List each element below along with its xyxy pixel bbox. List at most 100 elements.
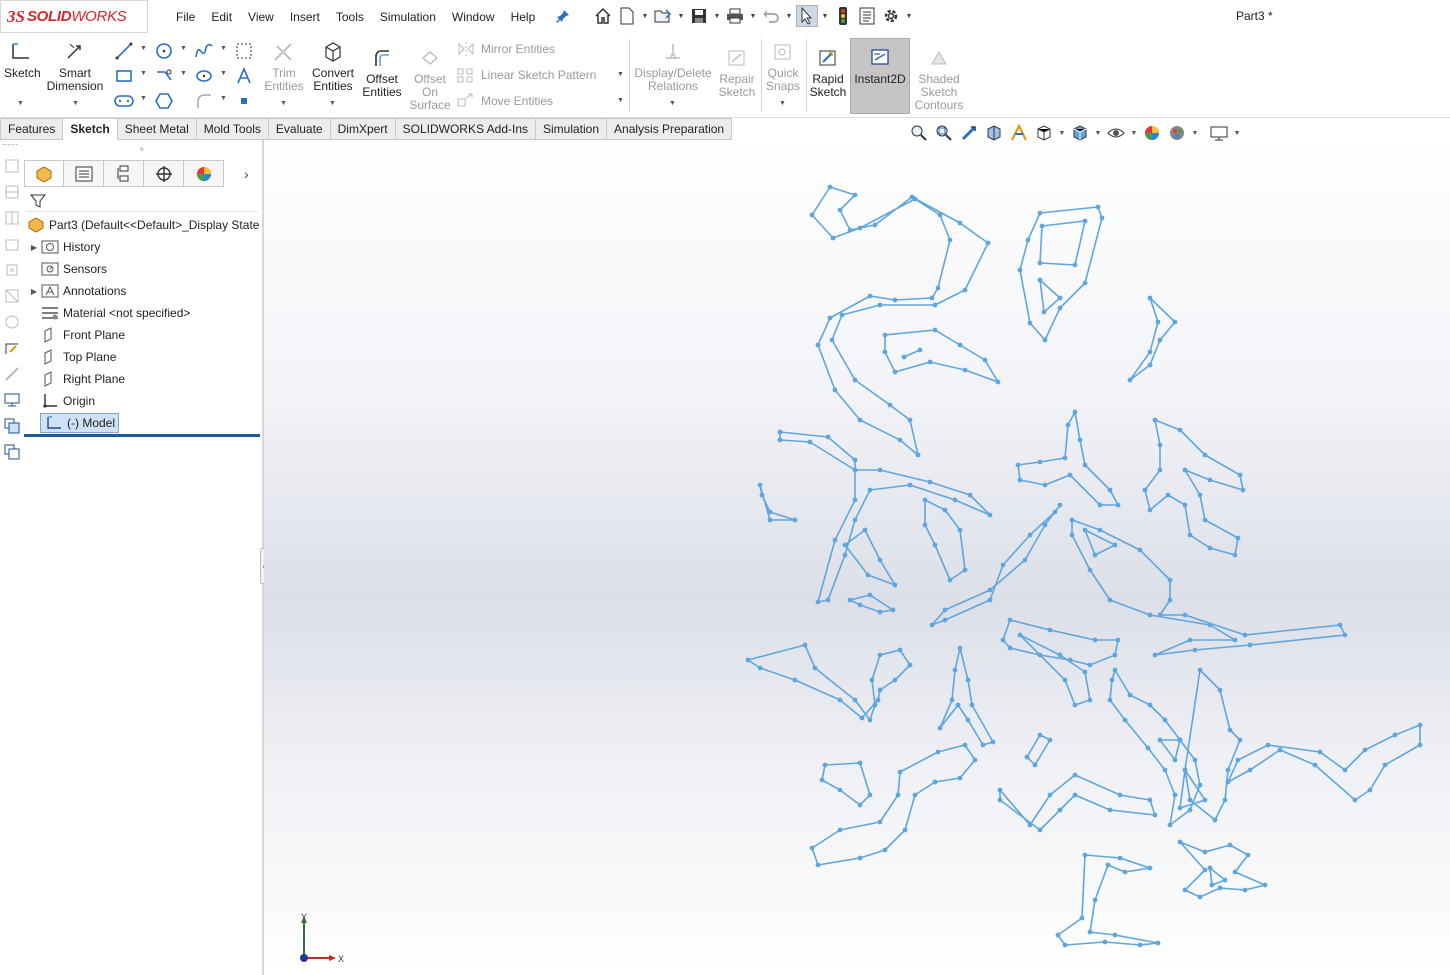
slot-dropdown-icon[interactable]: ▼ (140, 95, 147, 102)
apply-scene-icon[interactable] (1166, 123, 1188, 143)
options-dropdown-icon[interactable]: ▼ (904, 5, 914, 27)
tab-simulation[interactable]: Simulation (536, 118, 608, 140)
strip-tool-icon[interactable] (0, 206, 24, 230)
sketch-point[interactable] (1242, 887, 1248, 893)
sketch-point[interactable] (1417, 722, 1423, 728)
sketch-point[interactable] (1177, 737, 1183, 743)
sketch-point[interactable] (915, 452, 921, 458)
sketch-point[interactable] (1000, 562, 1006, 568)
sketch-contour[interactable] (1159, 739, 1181, 761)
sketch-point[interactable] (1042, 522, 1048, 528)
sketch-contour[interactable] (747, 644, 911, 721)
sketch-point[interactable] (815, 342, 821, 348)
sketch-point[interactable] (1027, 320, 1033, 326)
trim-entities-button[interactable]: Trim Entities (262, 41, 306, 93)
sketch-dropdown-icon[interactable]: ▼ (17, 100, 24, 107)
line-icon[interactable] (113, 41, 135, 61)
menu-window[interactable]: Window (444, 10, 503, 24)
sketch-point[interactable] (952, 497, 958, 503)
undo-dropdown-icon[interactable]: ▼ (784, 5, 794, 27)
sketch-point[interactable] (1037, 260, 1043, 266)
tree-item-front-plane[interactable]: Front Plane (28, 324, 125, 346)
sketch-point[interactable] (1187, 532, 1193, 538)
sketch-point[interactable] (1152, 417, 1158, 423)
sketch-point[interactable] (1202, 867, 1208, 873)
sketch-point[interactable] (1237, 737, 1243, 743)
sketch-contour[interactable] (1109, 669, 1201, 826)
sketch-point[interactable] (1112, 652, 1118, 658)
sketch-point[interactable] (1122, 717, 1128, 723)
sketch-point[interactable] (1197, 667, 1203, 673)
sketch-point[interactable] (777, 437, 783, 443)
sketch-point[interactable] (967, 492, 973, 498)
convert-dropdown-icon[interactable]: ▼ (329, 100, 336, 107)
sketch-point[interactable] (1037, 732, 1043, 738)
sketch-point[interactable] (997, 797, 1003, 803)
strip-tool-icon[interactable] (0, 180, 24, 204)
sketch-point[interactable] (857, 417, 863, 423)
view-orientation-icon[interactable] (1033, 123, 1055, 143)
tab-sheet-metal[interactable]: Sheet Metal (117, 118, 197, 140)
sketch-point[interactable] (829, 337, 835, 343)
sketch-point[interactable] (982, 357, 988, 363)
sketch-point[interactable] (962, 287, 968, 293)
tree-item-origin[interactable]: Origin (28, 390, 95, 412)
sketch-point[interactable] (1092, 897, 1098, 903)
offset-on-surface-button[interactable]: Offset On Surface (408, 47, 452, 112)
sketch-point[interactable] (922, 522, 928, 528)
sketch-point[interactable] (1147, 362, 1153, 368)
sketch-point[interactable] (877, 467, 883, 473)
circle-icon[interactable] (153, 41, 175, 61)
sketch-point[interactable] (1024, 754, 1030, 760)
sketch-point[interactable] (1067, 472, 1073, 478)
sketch-point[interactable] (1312, 762, 1318, 768)
sketch-point[interactable] (882, 332, 888, 338)
configuration-manager-tab[interactable] (104, 160, 144, 187)
sketch-point[interactable] (1147, 865, 1153, 871)
sketch-point[interactable] (1147, 295, 1153, 301)
sketch-point[interactable] (1092, 552, 1098, 558)
fillet-dropdown-icon[interactable]: ▼ (220, 95, 227, 102)
sketch-point[interactable] (1082, 462, 1088, 468)
sketch-point[interactable] (812, 665, 818, 671)
sketch-point[interactable] (832, 387, 838, 393)
sketch-point[interactable] (1207, 477, 1213, 483)
strip-tool-icon[interactable] (0, 310, 24, 334)
sketch-point[interactable] (932, 542, 938, 548)
instant2d-button[interactable]: Instant2D (850, 38, 910, 114)
sketch-point[interactable] (1177, 427, 1183, 433)
smart-dimension-button[interactable]: Smart Dimension (44, 41, 106, 93)
sketch-point[interactable] (1055, 932, 1061, 938)
sketch-point[interactable] (1227, 842, 1233, 848)
tab-evaluate[interactable]: Evaluate (268, 118, 331, 140)
sketch-point[interactable] (1337, 622, 1343, 628)
sketch-point[interactable] (827, 184, 833, 190)
sketch-point[interactable] (1245, 852, 1251, 858)
sketch-point[interactable] (937, 725, 943, 731)
sketch-point[interactable] (985, 240, 991, 246)
sketch-point[interactable] (995, 379, 1001, 385)
sketch-point[interactable] (759, 492, 765, 498)
spline-dropdown-icon[interactable]: ▼ (220, 45, 227, 52)
sketch-point[interactable] (1197, 782, 1203, 788)
sketch-point[interactable] (1072, 262, 1078, 268)
sketch-contour[interactable] (1019, 206, 1103, 341)
sketch-point[interactable] (1242, 632, 1248, 638)
featuremanager-tree-tab[interactable] (24, 160, 64, 187)
ellipse-dropdown-icon[interactable]: ▼ (220, 70, 227, 77)
view-settings-dropdown-icon[interactable]: ▼ (1233, 130, 1241, 137)
point-icon[interactable] (233, 91, 255, 111)
sketch-point[interactable] (892, 297, 898, 303)
sketch-point[interactable] (842, 542, 848, 548)
sketch-point[interactable] (1165, 492, 1171, 498)
sketch-contour[interactable] (1227, 724, 1421, 801)
sketch-point[interactable] (1107, 807, 1113, 813)
sketch-point[interactable] (1207, 545, 1213, 551)
sketch-point[interactable] (1097, 502, 1103, 508)
sketch-point[interactable] (1137, 942, 1143, 948)
sketch-point[interactable] (1047, 792, 1053, 798)
sketch-point[interactable] (1112, 932, 1118, 938)
tree-item-top-plane[interactable]: Top Plane (28, 346, 116, 368)
sketch-point[interactable] (1177, 805, 1183, 811)
sketch-point[interactable] (877, 819, 883, 825)
